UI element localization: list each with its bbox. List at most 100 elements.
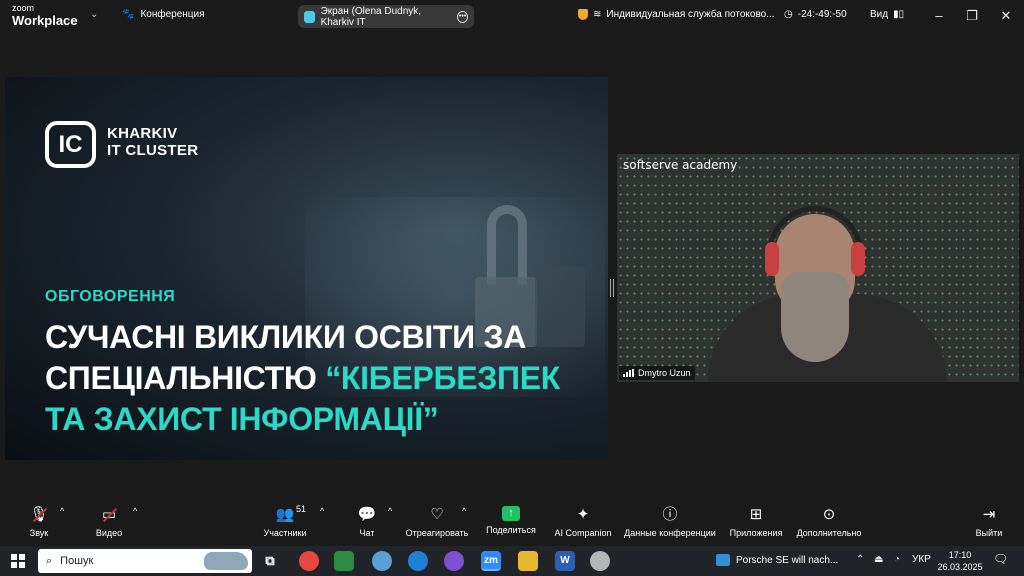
apps-label: Приложения: [729, 528, 783, 538]
brand-workplace: Workplace: [12, 13, 78, 28]
windows-taskbar: ⌕ Пошук ⧉ zm W Porsche SE will nach... ⌃…: [0, 546, 1024, 576]
heart-icon: ♡: [430, 506, 444, 523]
app-icon[interactable]: [372, 551, 392, 571]
react-button[interactable]: ♡ Отреагировать: [404, 506, 470, 538]
conference-label: Конференция: [140, 9, 205, 20]
title-bar: zoom Workplace ⌄ 🐾 Конференция Экран (Ol…: [0, 0, 1024, 32]
screen-share-pill[interactable]: Экран (Olena Dudnyk, Kharkiv IT •••: [298, 5, 474, 28]
clock-time: 17:10: [948, 550, 972, 560]
virtual-background-text: softserve academy: [623, 158, 738, 172]
share-button[interactable]: ↑ Поделиться: [484, 506, 538, 535]
sparkle-icon: ✦: [576, 506, 590, 523]
more-button[interactable]: ⊙ Дополнительно: [792, 506, 866, 538]
meeting-info-button[interactable]: ⓘ Данные конференции: [622, 506, 718, 538]
paw-icon: 🐾: [122, 9, 135, 20]
file-explorer-icon[interactable]: [518, 551, 538, 571]
info-icon: ⓘ: [662, 506, 678, 523]
padlock-shackle: [487, 205, 527, 285]
audio-label: Звук: [29, 528, 49, 538]
org-name-line1: KHARKIV: [107, 125, 178, 142]
slide-kicker: ОБГОВОРЕННЯ: [45, 288, 176, 305]
edge-icon[interactable]: [408, 551, 428, 571]
streaming-status[interactable]: ≋ Индивидуальная служба потоково...: [578, 9, 775, 20]
signal-strength-icon: [623, 369, 634, 377]
close-icon[interactable]: ✕: [994, 6, 1018, 26]
camera-off-icon: ▭: [99, 506, 119, 524]
shared-screen-slide: IC KHARKIV IT CLUSTER ОБГОВОРЕННЯ СУЧАСН…: [5, 77, 608, 460]
leave-button[interactable]: ⇥ Выйти: [974, 506, 1004, 538]
zoom-taskbar-icon[interactable]: zm: [481, 551, 501, 571]
headline-line-2: СПЕЦІАЛЬНІСТЮ “КІБЕРБЕЗПЕК: [45, 358, 608, 399]
headline-line-2-accent: “КІБЕРБЕЗПЕК: [325, 360, 561, 396]
headset-ear-left: [765, 242, 779, 276]
conference-menu[interactable]: 🐾 Конференция: [122, 9, 205, 20]
view-label: Вид: [870, 9, 889, 20]
wifi-icon: ≋: [593, 9, 602, 20]
chrome-icon[interactable]: [299, 551, 319, 571]
chat-options-chevron-icon[interactable]: ^: [388, 506, 392, 516]
headset-band: [767, 206, 863, 268]
streaming-service-label: Индивидуальная служба потоково...: [606, 9, 775, 20]
news-icon: [716, 554, 730, 566]
slide-headline: СУЧАСНІ ВИКЛИКИ ОСВІТИ ЗА СПЕЦІАЛЬНІСТЮ …: [45, 317, 608, 440]
notification-center-icon[interactable]: 🗨: [993, 552, 1008, 566]
participants-label: Участники: [263, 528, 307, 538]
task-view-icon[interactable]: ⧉: [260, 551, 280, 571]
news-text: Porsche SE will nach...: [736, 554, 839, 566]
language-indicator[interactable]: УКР: [912, 554, 931, 565]
meeting-toolbar: 🎙 Звук ^ ▭ Видео ^ 👥 Участники 51 ^ 💬 Ча…: [0, 500, 1024, 546]
screen-share-label: Экран (Olena Dudnyk, Kharkiv IT: [320, 5, 422, 28]
chat-icon: 💬: [357, 506, 377, 523]
windows-start-icon[interactable]: [11, 554, 25, 568]
tray-chevron-up-icon[interactable]: ⌃: [856, 554, 864, 565]
react-options-chevron-icon[interactable]: ^: [462, 506, 466, 516]
network-icon[interactable]: ◔: [894, 554, 900, 565]
news-notification[interactable]: Porsche SE will nach...: [716, 554, 838, 566]
taskbar-search-box[interactable]: ⌕ Пошук: [38, 549, 252, 573]
ai-companion-button[interactable]: ✦ AI Companion: [552, 506, 614, 538]
video-label: Видео: [95, 528, 123, 538]
apps-button[interactable]: ⊞ Приложения: [726, 506, 786, 538]
timer-value: -24:-49:-50: [797, 9, 847, 20]
word-icon[interactable]: W: [555, 551, 575, 571]
clock-icon: ◷: [784, 9, 793, 20]
participants-options-chevron-icon[interactable]: ^: [320, 506, 324, 516]
participant-video-tile[interactable]: softserve academy Dmytro Uzun: [617, 154, 1019, 382]
media-app-icon[interactable]: [590, 551, 610, 571]
meet-icon[interactable]: [334, 551, 354, 571]
org-name-line2: IT CLUSTER: [107, 142, 199, 159]
taskbar-clock[interactable]: 17:10 26.03.2025: [936, 549, 984, 573]
headset-ear-right: [851, 242, 865, 276]
chevron-down-icon[interactable]: ⌄: [90, 9, 98, 20]
more-label: Дополнительно: [796, 528, 862, 538]
resize-handle[interactable]: [610, 279, 614, 297]
viber-icon[interactable]: [444, 551, 464, 571]
chat-button[interactable]: 💬 Чат: [355, 506, 379, 538]
participant-name-tag: Dmytro Uzun: [619, 366, 695, 380]
video-options-chevron-icon[interactable]: ^: [133, 506, 137, 516]
participants-count: 51: [296, 504, 307, 514]
audio-button[interactable]: 🎙 Звук: [26, 506, 52, 538]
minimize-icon[interactable]: –: [927, 6, 951, 26]
more-options-icon[interactable]: •••: [457, 10, 469, 23]
leave-door-icon: ⇥: [982, 506, 996, 523]
audio-options-chevron-icon[interactable]: ^: [60, 506, 64, 516]
view-menu[interactable]: Вид ▮▯: [870, 9, 904, 20]
org-name: KHARKIV IT CLUSTER: [107, 125, 198, 159]
usb-icon[interactable]: ⏏: [874, 554, 883, 565]
ai-companion-label: AI Companion: [554, 528, 612, 538]
shield-icon: [578, 9, 588, 20]
view-layout-icon: ▮▯: [893, 9, 905, 20]
chat-label: Чат: [359, 528, 375, 538]
meeting-timer: ◷ -24:-49:-50: [784, 9, 847, 20]
headline-line-2-prefix: СПЕЦІАЛЬНІСТЮ: [45, 360, 326, 396]
clock-date: 26.03.2025: [937, 562, 983, 572]
video-button[interactable]: ▭ Видео: [93, 506, 125, 538]
search-icon: ⌕: [46, 554, 53, 567]
headline-line-1: СУЧАСНІ ВИКЛИКИ ОСВІТИ ЗА: [45, 319, 527, 355]
participants-icon: 👥: [275, 506, 295, 523]
headline-line-3: ТА ЗАХИСТ ІНФОРМАЦІЇ”: [45, 401, 439, 437]
logo-letters: IC: [58, 130, 83, 158]
restore-icon[interactable]: ❐: [960, 6, 984, 26]
share-screen-icon: ↑: [502, 506, 520, 521]
